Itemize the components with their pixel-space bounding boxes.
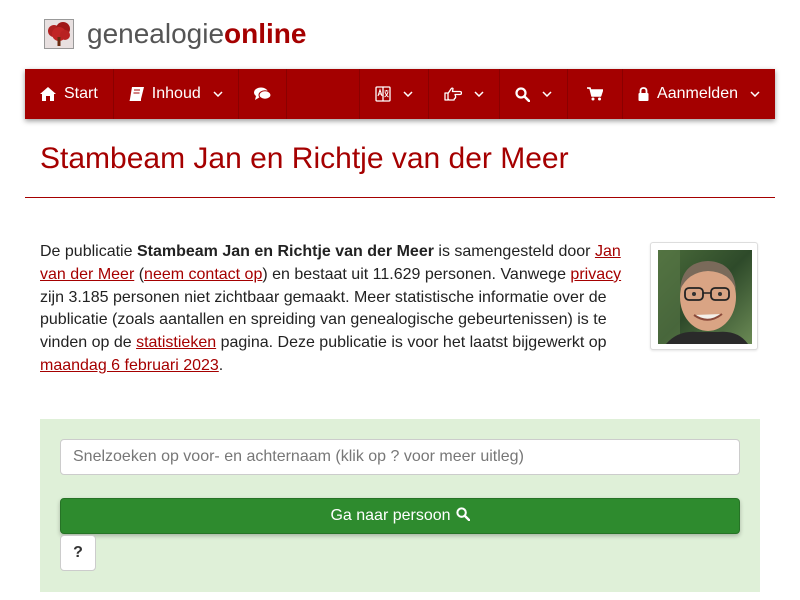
nav-login[interactable]: Aanmelden <box>623 69 775 119</box>
lock-icon <box>638 87 649 101</box>
chevron-down-icon <box>474 91 484 97</box>
translate-icon <box>375 86 391 102</box>
nav-chat[interactable] <box>239 69 287 119</box>
desc-text: De publicatie <box>40 243 137 260</box>
desc-text: . <box>218 356 224 374</box>
desc-text: ) en bestaat uit 11.629 personen. Vanweg… <box>262 265 571 283</box>
last-updated-link[interactable]: maandag 6 februari 2023 <box>40 357 219 374</box>
nav-search[interactable] <box>500 69 569 119</box>
nav-language[interactable] <box>360 69 430 119</box>
comments-icon <box>253 87 271 101</box>
chevron-down-icon <box>542 91 552 97</box>
title-divider <box>25 197 775 198</box>
search-icon <box>451 506 470 526</box>
nav-login-label: Aanmelden <box>657 85 738 102</box>
privacy-link[interactable]: privacy <box>570 266 621 283</box>
statistics-link[interactable]: statistieken <box>136 334 216 351</box>
search-help-button[interactable]: ? <box>60 535 96 571</box>
author-photo[interactable] <box>650 242 758 350</box>
shopping-cart-icon <box>587 87 604 101</box>
desc-text: pagina. Deze publicatie is voor het laat… <box>216 334 607 352</box>
site-logo-text[interactable]: genealogieonline <box>87 16 306 52</box>
quick-search-panel: Ga naar persoon ? <box>40 419 760 592</box>
desc-text: is samengesteld door <box>433 243 595 260</box>
chevron-down-icon <box>403 91 413 97</box>
chevron-down-icon <box>750 91 760 97</box>
nav-contents-label: Inhoud <box>151 85 201 102</box>
page-title: Stambeam Jan en Richtje van der Meer <box>40 142 569 175</box>
publication-description: De publicatie Stambeam Jan en Richtje va… <box>40 241 630 378</box>
search-icon <box>515 86 531 102</box>
brand-part-genealogie: genealogie <box>87 18 225 49</box>
brand-part-online: online <box>224 18 307 49</box>
search-input[interactable] <box>60 439 740 475</box>
chevron-down-icon <box>213 91 223 97</box>
family-tree-icon[interactable] <box>44 19 74 49</box>
nav-spacer <box>287 69 361 119</box>
go-to-person-label: Ga naar persoon <box>330 507 451 524</box>
nav-share[interactable] <box>429 69 501 119</box>
nav-cart[interactable] <box>568 69 624 119</box>
hand-point-right-icon <box>444 87 463 101</box>
contact-link[interactable]: neem contact op <box>144 266 262 283</box>
nav-contents[interactable]: Inhoud <box>114 69 239 119</box>
nav-start[interactable]: Start <box>25 69 114 119</box>
desc-text: ( <box>134 265 145 283</box>
author-portrait-image <box>658 250 752 344</box>
main-navbar: Start Inhoud Aanmelden <box>25 69 775 119</box>
home-icon <box>40 87 56 101</box>
book-icon <box>129 87 144 101</box>
site-header: genealogieonline <box>44 16 306 52</box>
go-to-person-button[interactable]: Ga naar persoon <box>60 498 740 534</box>
nav-start-label: Start <box>64 85 98 102</box>
publication-name: Stambeam Jan en Richtje van der Meer <box>136 243 434 260</box>
